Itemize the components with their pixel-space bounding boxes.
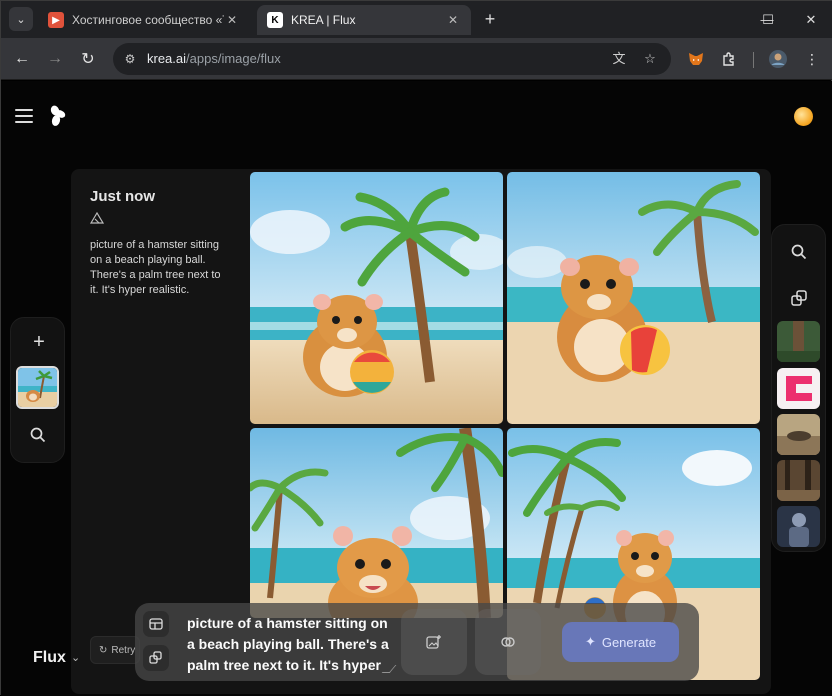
krea-logo[interactable] — [49, 105, 67, 127]
forward-arrow-icon[interactable]: → — [42, 46, 68, 72]
user-avatar[interactable] — [794, 107, 813, 126]
aspect-ratio-icon — [89, 211, 105, 224]
tab-title: KREA | Flux — [291, 13, 356, 27]
search-icon[interactable] — [790, 243, 808, 261]
retry-icon: ↻ — [99, 644, 108, 656]
sparkle-icon: ✦ — [584, 634, 596, 649]
style-thumbnail-sepia[interactable] — [777, 414, 820, 455]
close-window-button[interactable]: ✕ — [789, 1, 832, 38]
model-selector[interactable]: Flux — [33, 649, 66, 667]
browser-menu-icon[interactable]: ⋮ — [801, 48, 823, 70]
prompt-input[interactable]: picture of a hamster sitting on a beach … — [187, 613, 393, 675]
generate-button[interactable]: ✦ Generate — [562, 622, 679, 662]
generation-prompt: picture of a hamster sitting on a beach … — [90, 239, 221, 296]
style-reference-icon[interactable] — [143, 645, 169, 671]
new-tab-button[interactable]: + — [479, 9, 501, 31]
bookmark-star-icon[interactable]: ☆ — [641, 50, 659, 68]
search-icon[interactable] — [29, 426, 47, 444]
chevron-down-icon: ⌄ — [16, 13, 26, 26]
tab-title: Хостинговое сообщество «Tim — [72, 13, 224, 27]
site-settings-icon[interactable]: ⚙ — [121, 50, 139, 68]
tab-search-button[interactable]: ⌄ — [9, 7, 33, 31]
maximize-button[interactable] — [746, 1, 790, 38]
generated-image-2[interactable] — [507, 172, 760, 424]
image-prompt-button[interactable] — [401, 609, 467, 675]
tab-close-icon[interactable]: ✕ — [224, 13, 240, 27]
variation-button[interactable] — [475, 609, 541, 675]
address-bar[interactable]: ⚙ krea.ai/apps/image/flux 文 ☆ — [113, 43, 671, 75]
profile-avatar-icon[interactable] — [767, 48, 789, 70]
browser-window: ⌄ ▶ Хостинговое сообщество «Tim ✕ K KREA… — [0, 0, 832, 696]
history-rail: + — [10, 317, 65, 463]
tab-strip: ⌄ ▶ Хостинговое сообщество «Tim ✕ K KREA… — [1, 1, 832, 38]
tab-close-icon[interactable]: ✕ — [445, 13, 461, 27]
prompt-bar: picture of a hamster sitting on a beach … — [135, 603, 699, 681]
reload-icon[interactable]: ↻ — [75, 46, 101, 72]
style-thumbnail-pink[interactable] — [777, 368, 820, 409]
chevron-down-icon[interactable]: ⌄ — [71, 651, 80, 664]
browser-toolbar: ← → ↻ ⚙ krea.ai/apps/image/flux 文 ☆ ⋮ — [1, 38, 832, 80]
style-thumbnail-forest[interactable] — [777, 321, 820, 362]
menu-hamburger-icon[interactable] — [15, 109, 33, 123]
translate-icon[interactable]: 文 — [610, 50, 628, 68]
tab-hosting-community[interactable]: ▶ Хостинговое сообщество «Tim ✕ — [38, 5, 250, 35]
link-circles-icon — [501, 637, 515, 647]
metamask-extension-icon[interactable] — [685, 48, 707, 70]
tab-krea-flux[interactable]: K KREA | Flux ✕ — [257, 5, 471, 35]
krea-favicon-icon: K — [267, 12, 283, 28]
tools-rail — [771, 224, 826, 552]
style-thumbnail-night[interactable] — [777, 506, 820, 547]
generation-time: Just now — [90, 188, 156, 205]
extensions-puzzle-icon[interactable] — [718, 48, 740, 70]
play-favicon-icon: ▶ — [48, 12, 64, 28]
history-thumbnail[interactable] — [16, 366, 59, 409]
toolbar-separator — [753, 52, 754, 68]
generated-image-1[interactable] — [250, 172, 503, 424]
generated-image-3[interactable] — [250, 428, 503, 618]
krea-page: Just now picture of a hamster sitting on… — [1, 81, 832, 696]
url-text[interactable]: krea.ai/apps/image/flux — [147, 51, 281, 66]
new-generation-plus-icon[interactable]: + — [29, 332, 49, 352]
add-image-icon — [426, 635, 441, 649]
style-thumbnail-woods[interactable] — [777, 460, 820, 501]
retry-button[interactable]: ↻ Retry — [90, 636, 140, 664]
layout-panel-icon[interactable] — [143, 611, 169, 637]
back-arrow-icon[interactable]: ← — [9, 46, 35, 72]
style-transfer-icon[interactable] — [790, 289, 808, 307]
